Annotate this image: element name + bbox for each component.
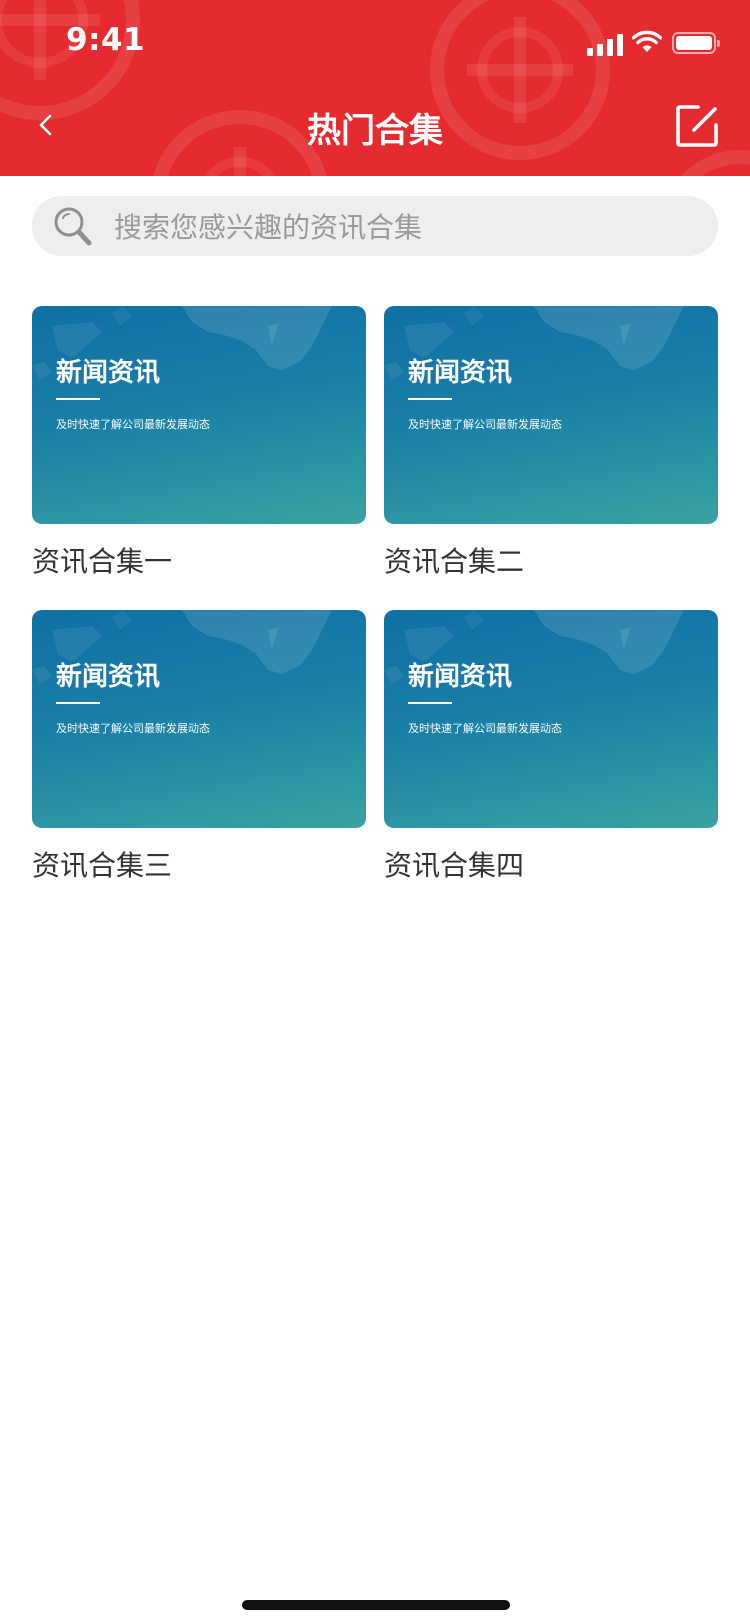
thumbnail-subtitle: 及时快速了解公司最新发展动态 <box>56 418 210 431</box>
thumbnail-title: 新闻资讯 <box>408 662 513 692</box>
page-title: 热门合集 <box>307 111 443 151</box>
thumbnail-divider <box>56 702 100 704</box>
collection-thumbnail: 新闻资讯 及时快速了解公司最新发展动态 <box>32 610 366 828</box>
thumbnail-subtitle: 及时快速了解公司最新发展动态 <box>408 418 562 431</box>
collection-card[interactable]: 新闻资讯 及时快速了解公司最新发展动态 资讯合集三 <box>32 610 366 884</box>
collection-card[interactable]: 新闻资讯 及时快速了解公司最新发展动态 资讯合集一 <box>32 306 366 580</box>
collection-thumbnail: 新闻资讯 及时快速了解公司最新发展动态 <box>384 306 718 524</box>
wifi-icon <box>632 30 662 52</box>
collection-label: 资讯合集三 <box>32 849 173 882</box>
watermark-emblem-icon <box>660 150 750 176</box>
collection-label: 资讯合集二 <box>384 545 525 578</box>
collection-thumbnail: 新闻资讯 及时快速了解公司最新发展动态 <box>384 610 718 828</box>
thumbnail-divider <box>408 702 452 704</box>
thumbnail-divider <box>408 398 452 400</box>
thumbnail-title: 新闻资讯 <box>408 358 513 388</box>
battery-icon <box>672 32 720 54</box>
world-map-graphic <box>384 610 684 684</box>
collection-card[interactable]: 新闻资讯 及时快速了解公司最新发展动态 资讯合集四 <box>384 610 718 884</box>
signal-icon <box>587 32 623 56</box>
search-icon <box>54 207 92 246</box>
status-time: 9:41 <box>66 22 146 58</box>
edit-icon[interactable] <box>674 103 720 149</box>
thumbnail-divider <box>56 398 100 400</box>
thumbnail-title: 新闻资讯 <box>56 358 161 388</box>
collection-label: 资讯合集一 <box>32 545 173 578</box>
world-map-graphic <box>32 610 332 684</box>
watermark-emblem-icon <box>0 0 140 120</box>
thumbnail-subtitle: 及时快速了解公司最新发展动态 <box>408 722 562 735</box>
thumbnail-subtitle: 及时快速了解公司最新发展动态 <box>56 722 210 735</box>
thumbnail-title: 新闻资讯 <box>56 662 161 692</box>
home-indicator[interactable] <box>242 1600 510 1610</box>
collection-label: 资讯合集四 <box>384 849 525 882</box>
search-input[interactable] <box>112 196 696 258</box>
collection-card[interactable]: 新闻资讯 及时快速了解公司最新发展动态 资讯合集二 <box>384 306 718 580</box>
search-bar <box>32 196 718 258</box>
collection-thumbnail: 新闻资讯 及时快速了解公司最新发展动态 <box>32 306 366 524</box>
world-map-graphic <box>32 306 332 380</box>
header-bar: 9:41 热门合集 <box>0 0 750 176</box>
world-map-graphic <box>384 306 684 380</box>
